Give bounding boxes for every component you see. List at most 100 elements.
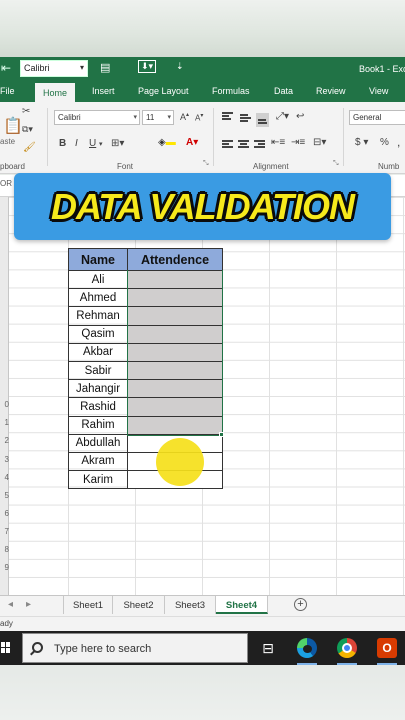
- comma-style-icon[interactable]: ,: [397, 135, 400, 149]
- decrease-indent-icon[interactable]: ⇤≡: [271, 137, 285, 148]
- sheet-tab-sheet1[interactable]: Sheet1: [63, 596, 113, 614]
- chrome-browser-icon[interactable]: [337, 638, 357, 658]
- attendence-cell[interactable]: [127, 288, 223, 308]
- chevron-down-icon: ▾: [79, 63, 84, 72]
- group-label-number: Numb: [378, 162, 400, 171]
- currency-icon[interactable]: $ ▾: [355, 137, 368, 148]
- name-cell[interactable]: Jahangir: [68, 379, 128, 399]
- middle-align-icon[interactable]: [240, 114, 251, 123]
- name-cell[interactable]: Rahim: [68, 415, 128, 435]
- alignment-dialog-launcher-icon[interactable]: ⤡: [333, 160, 339, 168]
- table-row: Rahim: [68, 415, 223, 435]
- merge-center-icon[interactable]: ⊟▾: [313, 137, 326, 148]
- percent-icon[interactable]: %: [380, 137, 389, 148]
- row-number: 9: [4, 563, 9, 572]
- attendence-cell[interactable]: [127, 360, 223, 381]
- task-view-icon[interactable]: ⊟: [258, 638, 278, 658]
- borders-icon[interactable]: ⊞▾: [111, 138, 124, 149]
- sheet-tab-sheet4[interactable]: Sheet4: [216, 596, 268, 614]
- orientation-icon[interactable]: ⤢▾: [276, 111, 289, 122]
- font-color-icon[interactable]: A▾: [186, 137, 198, 148]
- office-icon[interactable]: O: [377, 638, 397, 658]
- table-row: Rashid: [68, 397, 223, 417]
- name-cell[interactable]: Ahmed: [68, 288, 128, 308]
- name-cell[interactable]: Rehman: [68, 306, 128, 326]
- font-dialog-launcher-icon[interactable]: ⤡: [203, 160, 209, 168]
- name-cell[interactable]: Qasim: [68, 324, 128, 344]
- top-align-icon[interactable]: [222, 112, 233, 121]
- header-attendence[interactable]: Attendence: [127, 248, 223, 271]
- name-cell[interactable]: Akbar: [68, 342, 128, 362]
- quick-access-arrow-icon[interactable]: ⇤: [1, 61, 11, 75]
- customize-toolbar-icon[interactable]: ⇣: [176, 61, 184, 72]
- increase-indent-icon[interactable]: ⇥≡: [291, 137, 305, 148]
- cut-icon[interactable]: ✂: [22, 106, 30, 117]
- name-cell[interactable]: Sabir: [68, 360, 128, 381]
- name-cell[interactable]: Karim: [68, 470, 128, 490]
- status-text: ady: [0, 619, 13, 628]
- underline-icon[interactable]: U: [89, 138, 96, 149]
- align-center-icon[interactable]: [238, 140, 249, 149]
- decrease-font-icon[interactable]: A▾: [195, 112, 203, 123]
- windows-start-icon[interactable]: [1, 642, 11, 653]
- fill-handle[interactable]: [219, 432, 224, 437]
- increase-font-icon[interactable]: A▴: [180, 111, 189, 122]
- attendence-cell[interactable]: [127, 379, 223, 399]
- taskbar-search-box[interactable]: Type here to search: [22, 633, 248, 663]
- tab-page-layout[interactable]: Page Layout: [138, 81, 189, 102]
- quick-font-dropdown[interactable]: Calibri ▾: [20, 60, 88, 77]
- table-row: Jahangir: [68, 379, 223, 399]
- table-row: Rehman: [68, 306, 223, 326]
- wrap-text-icon[interactable]: ↩: [296, 111, 304, 122]
- form-icon[interactable]: ▤: [100, 61, 110, 74]
- tab-formulas[interactable]: Formulas: [212, 81, 250, 102]
- taskbar: Type here to search ⊟ O: [0, 631, 405, 665]
- row-number: 5: [4, 491, 9, 500]
- bottom-align-icon[interactable]: [256, 113, 269, 127]
- next-sheet-icon[interactable]: ▸: [26, 599, 31, 610]
- attendence-cell[interactable]: [127, 397, 223, 417]
- number-format-box[interactable]: General: [349, 110, 405, 125]
- font-name-box[interactable]: Calibri ▾: [54, 110, 140, 125]
- attendence-cell[interactable]: [127, 415, 223, 435]
- italic-icon[interactable]: I: [75, 138, 78, 149]
- name-cell[interactable]: Rashid: [68, 397, 128, 417]
- save-down-icon[interactable]: ⬇▾: [138, 60, 157, 73]
- font-size-box[interactable]: 11 ▾: [142, 110, 174, 125]
- tab-data[interactable]: Data: [274, 81, 293, 102]
- tab-insert[interactable]: Insert: [92, 81, 115, 102]
- align-left-icon[interactable]: [222, 140, 233, 149]
- header-name[interactable]: Name: [68, 248, 128, 271]
- table-row: Akbar: [68, 342, 223, 362]
- background-blur-top: [0, 0, 405, 57]
- tab-file[interactable]: File: [0, 81, 15, 102]
- name-box-value: OR: [0, 179, 12, 188]
- copy-icon[interactable]: ⧉▾: [22, 124, 33, 135]
- sheet-tab-sheet2[interactable]: Sheet2: [113, 596, 165, 614]
- name-cell[interactable]: Abdullah: [68, 433, 128, 453]
- attendence-cell[interactable]: [127, 324, 223, 344]
- sheet-tab-sheet3[interactable]: Sheet3: [165, 596, 216, 614]
- attendence-cell[interactable]: [127, 342, 223, 362]
- ribbon-tabs: File Home Insert Page Layout Formulas Da…: [0, 81, 405, 102]
- name-cell[interactable]: Ali: [68, 269, 128, 290]
- bold-icon[interactable]: B: [59, 138, 66, 149]
- align-right-icon[interactable]: [254, 140, 265, 149]
- add-sheet-icon[interactable]: +: [294, 598, 307, 611]
- edge-browser-icon[interactable]: [297, 638, 317, 658]
- name-cell[interactable]: Akram: [68, 451, 128, 472]
- sheet-tab-bar: ◂ ▸ Sheet1 Sheet2 Sheet3 Sheet4 +: [0, 595, 405, 616]
- tab-view[interactable]: View: [369, 81, 388, 102]
- ribbon-home: 📋 aste ✂ ⧉▾ 🖌 pboard Calibri ▾ 11 ▾ A▴ A…: [0, 102, 405, 174]
- attendence-cell[interactable]: [127, 269, 223, 290]
- underline-dropdown-icon[interactable]: ▾: [99, 140, 103, 148]
- tab-home[interactable]: Home: [35, 83, 76, 102]
- paste-label: aste: [0, 137, 16, 146]
- tab-review[interactable]: Review: [316, 81, 346, 102]
- table-row: Qasim: [68, 324, 223, 344]
- fill-color-icon[interactable]: ◈▬: [158, 137, 176, 148]
- attendence-cell[interactable]: [127, 306, 223, 326]
- format-painter-icon[interactable]: 🖌: [23, 142, 36, 153]
- prev-sheet-icon[interactable]: ◂: [8, 599, 13, 610]
- paste-icon[interactable]: 📋: [3, 116, 23, 136]
